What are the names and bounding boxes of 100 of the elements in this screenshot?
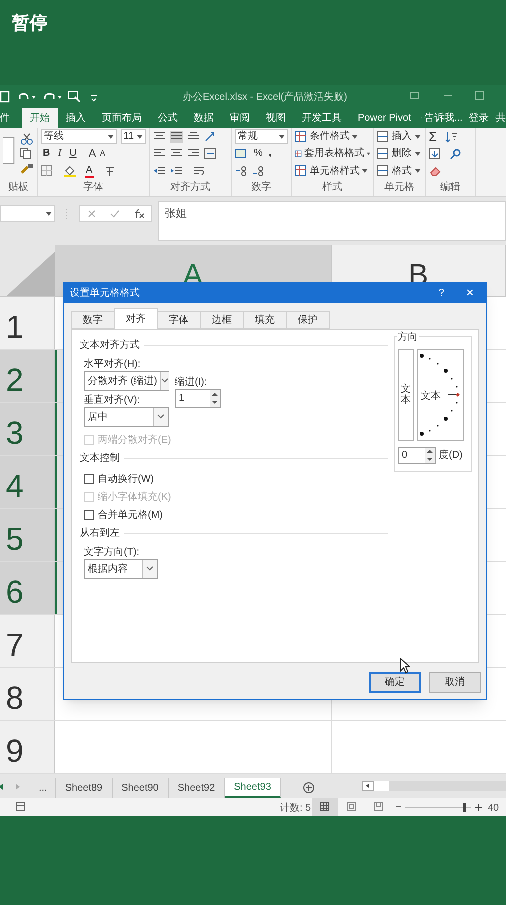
dropdown-caret-icon[interactable] xyxy=(279,134,285,139)
sign-in-link[interactable]: 登录 xyxy=(462,108,489,128)
comma-button[interactable]: , xyxy=(268,146,273,162)
phonetic-icon[interactable] xyxy=(104,165,116,178)
ribbon-tab[interactable]: Power Pivot xyxy=(350,108,420,128)
search-icon[interactable] xyxy=(450,148,463,160)
dropdown-caret-icon[interactable] xyxy=(46,212,52,216)
dialog-tab[interactable]: 数字 xyxy=(71,311,115,329)
increase-indent-icon[interactable] xyxy=(170,165,183,178)
italic-button[interactable]: I xyxy=(56,146,64,162)
format-painter-icon[interactable] xyxy=(20,163,34,175)
ribbon-tab[interactable]: 件 xyxy=(0,108,22,128)
checkbox[interactable] xyxy=(84,510,94,520)
fill-color-icon[interactable] xyxy=(63,165,77,178)
sheet-tab[interactable]: Sheet93 xyxy=(225,778,282,798)
ribbon-display-icon[interactable] xyxy=(410,91,420,101)
share-button[interactable]: 共 xyxy=(496,108,506,128)
row-header[interactable]: 7 xyxy=(0,615,55,667)
save-icon[interactable] xyxy=(0,90,10,102)
decrease-font-button[interactable]: A xyxy=(100,148,106,160)
dialog-tab[interactable]: 对齐 xyxy=(114,308,158,329)
scroll-left-icon[interactable] xyxy=(362,781,374,791)
formula-bar-field[interactable]: 张姐 xyxy=(158,201,506,241)
maximize-icon[interactable] xyxy=(475,91,485,101)
font-name-box[interactable]: 等线 xyxy=(41,129,117,144)
styles-menu-button[interactable]: 单元格样式 xyxy=(310,164,360,179)
row-header[interactable]: 8 xyxy=(0,668,55,720)
autosum-button[interactable]: Σ xyxy=(429,130,438,144)
dialog-tab[interactable]: 保护 xyxy=(286,311,330,329)
zoom-in-icon[interactable] xyxy=(474,803,483,812)
cells-menu-button[interactable]: 删除 xyxy=(392,146,412,162)
checkbox-label[interactable]: 自动换行(W) xyxy=(98,472,154,486)
ribbon-tab[interactable]: 视图 xyxy=(258,108,294,128)
spin-arrows-icon[interactable] xyxy=(425,448,435,463)
checkbox[interactable] xyxy=(84,474,94,484)
increase-font-button[interactable]: A xyxy=(82,146,96,162)
dropdown-caret-icon[interactable] xyxy=(362,169,368,174)
dialog-button[interactable]: 确定 xyxy=(369,672,421,693)
cells-menu-button[interactable]: 格式 xyxy=(392,164,412,179)
dialog-tab[interactable]: 字体 xyxy=(157,311,201,329)
eraser-icon[interactable] xyxy=(429,165,442,178)
format-cells-icon[interactable] xyxy=(377,165,390,178)
insert-function-icon[interactable] xyxy=(132,208,144,218)
insert-cells-icon[interactable] xyxy=(377,130,390,143)
page-layout-icon[interactable] xyxy=(347,802,357,812)
grid-icon[interactable] xyxy=(320,802,330,812)
indent-spinner[interactable]: 1 xyxy=(175,389,221,408)
cut-icon[interactable] xyxy=(20,133,34,145)
ribbon-tab[interactable]: 开始 xyxy=(22,108,58,128)
chevron-down-icon[interactable] xyxy=(157,414,165,420)
wrap-text-icon[interactable] xyxy=(193,165,206,178)
borders-icon[interactable] xyxy=(41,165,53,178)
merge-center-icon[interactable] xyxy=(204,148,217,160)
normal-view-button[interactable] xyxy=(312,798,338,816)
orientation-icon[interactable] xyxy=(204,130,217,143)
delete-cells-icon[interactable] xyxy=(377,148,390,160)
touch-mode-icon[interactable] xyxy=(68,90,82,102)
decrease-decimal-icon[interactable] xyxy=(252,165,265,178)
number-format-box[interactable]: 常规 xyxy=(235,129,288,144)
row-header[interactable]: 5 xyxy=(0,509,55,561)
increase-decimal-icon[interactable] xyxy=(235,165,248,178)
copy-icon[interactable] xyxy=(20,148,34,160)
dialog-button[interactable]: 取消 xyxy=(429,672,481,693)
dropdown-caret-icon[interactable] xyxy=(137,134,143,139)
ribbon-tab[interactable]: 公式 xyxy=(150,108,186,128)
styles-menu-button[interactable]: 套用表格格式 xyxy=(304,146,365,162)
row-header[interactable]: 6 xyxy=(0,562,55,614)
cells-menu-button[interactable]: 插入 xyxy=(392,129,412,144)
dropdown-caret-icon[interactable] xyxy=(108,134,114,139)
ribbon-tab[interactable]: 开发工具 xyxy=(294,108,350,128)
sort-filter-icon[interactable] xyxy=(445,130,458,143)
font-color-button[interactable]: A xyxy=(85,164,94,178)
horizontal-scrollbar[interactable] xyxy=(362,781,506,791)
font-size-box[interactable]: 11 xyxy=(120,129,146,144)
dropdown-caret-icon[interactable] xyxy=(352,134,358,139)
conditional-format-icon[interactable] xyxy=(295,130,308,143)
styles-menu-button[interactable]: 条件格式 xyxy=(310,129,350,144)
row-header[interactable]: 9 xyxy=(0,721,55,773)
checkbox-label[interactable]: 合并单元格(M) xyxy=(98,508,163,522)
row-header[interactable]: 2 xyxy=(0,350,55,402)
currency-icon[interactable] xyxy=(235,148,249,160)
chevron-down-icon[interactable] xyxy=(146,566,154,572)
dropdown[interactable]: 居中 xyxy=(84,407,169,427)
tell-me-field[interactable]: 告诉我... xyxy=(422,108,463,128)
orientation-dial[interactable]: 文本 xyxy=(417,349,464,441)
dropdown-caret-icon[interactable] xyxy=(366,152,370,156)
fill-icon[interactable] xyxy=(429,148,442,160)
ribbon-tab[interactable]: 数据 xyxy=(186,108,222,128)
percent-button[interactable]: % xyxy=(253,146,264,162)
cell-styles-icon[interactable] xyxy=(295,165,308,178)
dropdown-caret-icon[interactable] xyxy=(415,169,421,174)
underline-button[interactable]: U xyxy=(68,146,79,162)
macro-record-icon[interactable] xyxy=(16,802,26,812)
row-header[interactable]: 3 xyxy=(0,403,55,455)
scroll-thumb[interactable] xyxy=(374,781,389,791)
dialog-tab[interactable]: 边框 xyxy=(200,311,244,329)
row-header[interactable]: 4 xyxy=(0,456,55,508)
spin-arrows-icon[interactable] xyxy=(210,390,220,407)
page-break-icon[interactable] xyxy=(374,802,384,812)
degrees-spinner[interactable]: 0 xyxy=(398,447,436,464)
